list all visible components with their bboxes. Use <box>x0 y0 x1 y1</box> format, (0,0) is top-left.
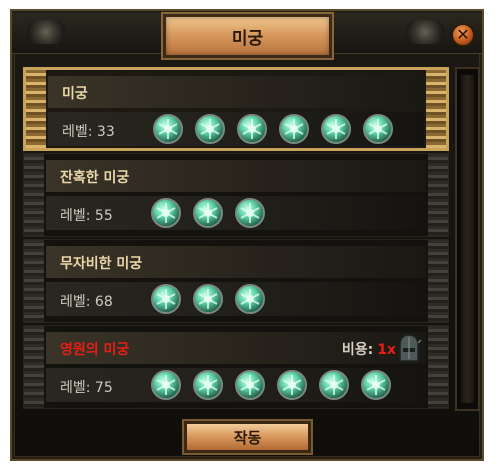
green-orb-icon <box>193 284 223 314</box>
green-orb-icon <box>235 198 265 228</box>
entry-name-bar: 영원의 미궁 비용: 1x <box>46 332 426 364</box>
green-orb-icon <box>321 114 351 144</box>
green-orb-icon <box>193 370 223 400</box>
pillar-right <box>428 240 448 322</box>
green-orb-icon <box>151 370 181 400</box>
entry-level-bar: 레벨: 68 <box>46 282 426 316</box>
ornament-left-icon <box>26 20 66 44</box>
green-orb-icon <box>235 284 265 314</box>
scrollbar[interactable] <box>455 67 480 411</box>
cost-label: 비용: <box>341 342 374 358</box>
close-x-icon[interactable]: ✕ <box>451 23 475 47</box>
pillar-left <box>24 154 44 236</box>
scrollbar-thumb[interactable] <box>461 75 474 403</box>
entry-name: 미궁 <box>62 86 88 102</box>
green-orb-icon <box>151 284 181 314</box>
entry-name-bar: 미궁 <box>48 76 424 108</box>
green-orb-icon <box>151 198 181 228</box>
labyrinth-entry-merciless[interactable]: 무자비한 미궁 레벨: 68 <box>23 239 449 323</box>
entry-level: 레벨: 75 <box>60 380 113 396</box>
labyrinth-list: 미궁 레벨: 33 잔혹한 미궁 레벨: 55 무자비한 미궁 레벨: 68 영… <box>23 67 449 411</box>
orb-row <box>152 113 394 145</box>
green-orb-icon <box>361 370 391 400</box>
entry-level-bar: 레벨: 75 <box>46 368 426 402</box>
pillar-right <box>428 154 448 236</box>
entry-level-bar: 레벨: 33 <box>48 112 424 146</box>
green-orb-icon <box>195 114 225 144</box>
cost-quantity: 1x <box>377 342 396 358</box>
entry-name-bar: 무자비한 미궁 <box>46 246 426 278</box>
green-orb-icon <box>153 114 183 144</box>
activate-button-label: 작동 <box>233 428 262 447</box>
entry-level: 레벨: 55 <box>60 208 113 224</box>
green-orb-icon <box>279 114 309 144</box>
green-orb-icon <box>319 370 349 400</box>
entry-level-bar: 레벨: 55 <box>46 196 426 230</box>
window-title-plate: 미궁 <box>163 14 332 58</box>
entry-name: 잔혹한 미궁 <box>60 170 130 186</box>
pillar-left <box>24 326 44 408</box>
activate-button[interactable]: 작동 <box>184 421 311 453</box>
labyrinth-entry-normal[interactable]: 미궁 레벨: 33 <box>23 67 449 151</box>
entry-name: 영원의 미궁 <box>60 342 130 358</box>
entry-name: 무자비한 미궁 <box>60 256 143 272</box>
labyrinth-entry-eternal[interactable]: 영원의 미궁 비용: 1x 레벨: 75 <box>23 325 449 409</box>
entry-level: 레벨: 68 <box>60 294 113 310</box>
window-title: 미궁 <box>231 28 264 49</box>
green-orb-icon <box>277 370 307 400</box>
green-orb-icon <box>363 114 393 144</box>
entry-name-bar: 잔혹한 미궁 <box>46 160 426 192</box>
offering-helmet-icon <box>399 334 422 362</box>
entry-level: 레벨: 33 <box>62 124 115 140</box>
pillar-left <box>24 240 44 322</box>
green-orb-icon <box>235 370 265 400</box>
orb-row <box>150 369 392 401</box>
pillar-right <box>426 70 446 148</box>
green-orb-icon <box>193 198 223 228</box>
ornament-right-icon <box>405 20 445 44</box>
green-orb-icon <box>237 114 267 144</box>
pillar-right <box>428 326 448 408</box>
orb-row <box>150 197 266 229</box>
cost-display: 비용: 1x <box>342 339 396 359</box>
labyrinth-entry-cruel[interactable]: 잔혹한 미궁 레벨: 55 <box>23 153 449 237</box>
pillar-left <box>26 70 46 148</box>
orb-row <box>150 283 266 315</box>
